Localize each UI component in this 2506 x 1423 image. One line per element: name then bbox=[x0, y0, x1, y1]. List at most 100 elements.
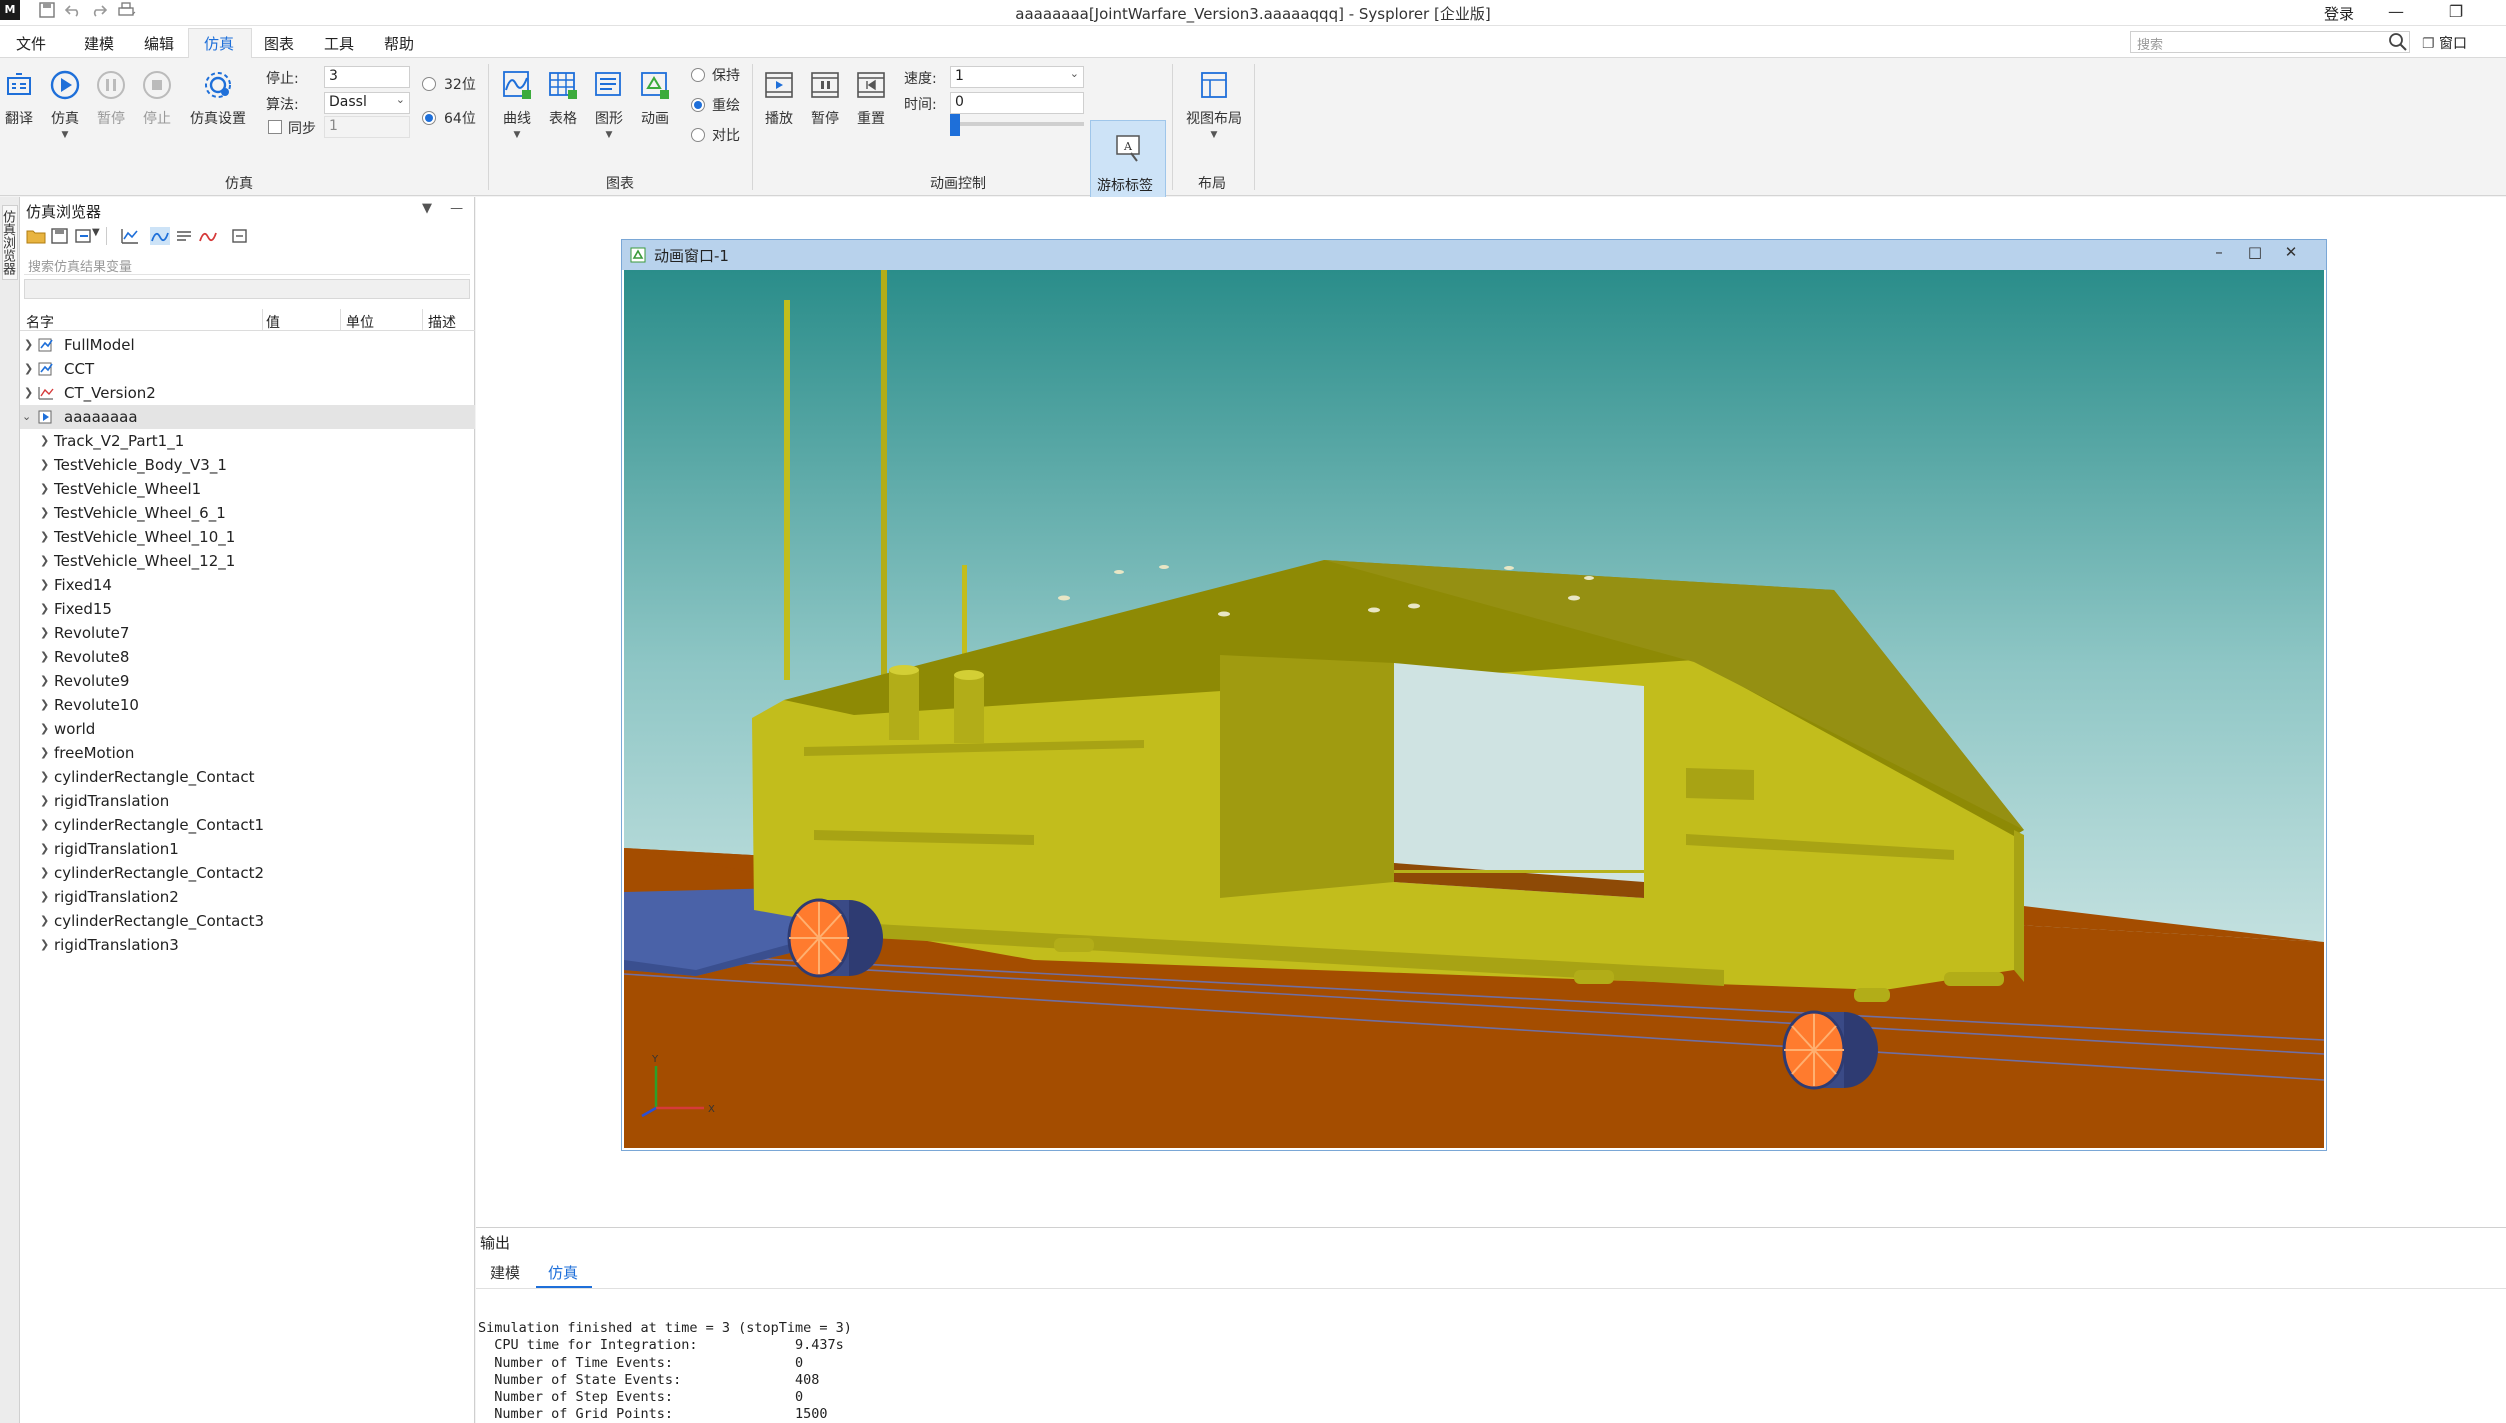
chevron-right-icon[interactable]: ❯ bbox=[40, 501, 49, 525]
chevron-right-icon[interactable]: ❯ bbox=[40, 477, 49, 501]
tree-row-child[interactable]: ❯ cylinderRectangle_Contact3 bbox=[20, 909, 475, 933]
chevron-right-icon[interactable]: ❯ bbox=[24, 357, 33, 381]
simulate-dropdown-icon[interactable]: ▼ bbox=[42, 130, 88, 140]
restore-button[interactable]: ❐ bbox=[2436, 0, 2476, 26]
bit64-radio[interactable] bbox=[422, 111, 436, 125]
sync-value-input[interactable]: 1 bbox=[324, 116, 410, 138]
redraw-radio[interactable] bbox=[691, 98, 705, 112]
chevron-right-icon[interactable]: ❯ bbox=[40, 669, 49, 693]
chevron-right-icon[interactable]: ❯ bbox=[24, 381, 33, 405]
tree-row-child[interactable]: ❯ TestVehicle_Wheel_12_1 bbox=[20, 549, 475, 573]
anim-play-button[interactable]: 播放 bbox=[756, 68, 802, 128]
translate-button[interactable]: 翻译 bbox=[0, 68, 42, 128]
tree-row-child[interactable]: ❯ TestVehicle_Wheel1 bbox=[20, 477, 475, 501]
tree-row-child[interactable]: ❯ rigidTranslation1 bbox=[20, 837, 475, 861]
export-icon[interactable] bbox=[74, 227, 94, 245]
menu-chart[interactable]: 图表 bbox=[264, 33, 294, 54]
panel-minimize-icon[interactable]: — bbox=[450, 201, 463, 216]
stop-sim-button[interactable]: 停止 bbox=[134, 68, 180, 128]
chevron-right-icon[interactable]: ❯ bbox=[40, 885, 49, 909]
chevron-right-icon[interactable]: ❯ bbox=[40, 621, 49, 645]
tree-row-child[interactable]: ❯ Revolute7 bbox=[20, 621, 475, 645]
show-curve-icon[interactable] bbox=[150, 227, 170, 245]
login-link[interactable]: 登录 bbox=[2324, 3, 2354, 24]
anim-pause-button[interactable]: 暂停 bbox=[802, 68, 848, 128]
minimize-window-icon[interactable]: – bbox=[2204, 243, 2234, 265]
chevron-right-icon[interactable]: ❯ bbox=[40, 837, 49, 861]
pause-sim-button[interactable]: 暂停 bbox=[88, 68, 134, 128]
close-window-icon[interactable]: ✕ bbox=[2276, 243, 2306, 265]
tree-row-child[interactable]: ❯ Revolute10 bbox=[20, 693, 475, 717]
chevron-right-icon[interactable]: ❯ bbox=[40, 933, 49, 957]
chevron-right-icon[interactable]: ❯ bbox=[40, 717, 49, 741]
animation-window-titlebar[interactable]: 动画窗口-1 – □ ✕ bbox=[622, 240, 2326, 270]
chevron-right-icon[interactable]: ❯ bbox=[40, 429, 49, 453]
column-name[interactable]: 名字 bbox=[26, 312, 54, 332]
chevron-right-icon[interactable]: ❯ bbox=[40, 741, 49, 765]
time-input[interactable]: 0 bbox=[950, 92, 1084, 114]
tree-row-child[interactable]: ❯ Track_V2_Part1_1 bbox=[20, 429, 475, 453]
tree-row-child[interactable]: ❯ world bbox=[20, 717, 475, 741]
chevron-right-icon[interactable]: ❯ bbox=[40, 573, 49, 597]
chevron-right-icon[interactable]: ❯ bbox=[40, 693, 49, 717]
minimize-button[interactable]: — bbox=[2376, 0, 2416, 26]
panel-menu-icon[interactable]: ▼ bbox=[422, 201, 432, 216]
compare-radio[interactable] bbox=[691, 128, 705, 142]
chevron-right-icon[interactable]: ❯ bbox=[24, 333, 33, 357]
view-layout-button[interactable]: 视图布局 ▼ bbox=[1180, 68, 1248, 140]
keep-radio[interactable] bbox=[691, 68, 705, 82]
speed-select[interactable]: 1 ⌄ bbox=[950, 66, 1084, 88]
save-result-icon[interactable] bbox=[50, 227, 70, 245]
graphic-button[interactable]: 图形 ▼ bbox=[586, 68, 632, 140]
tree-row-child[interactable]: ❯ Revolute8 bbox=[20, 645, 475, 669]
menu-simulation[interactable]: 仿真 bbox=[204, 33, 234, 54]
plot-variable-icon[interactable] bbox=[120, 227, 140, 245]
chevron-right-icon[interactable]: ❯ bbox=[40, 549, 49, 573]
variable-filter-bar[interactable] bbox=[24, 279, 470, 299]
tree-row-aaaaaaaa[interactable]: ⌄ aaaaaaaa bbox=[20, 405, 475, 429]
export-dropdown-icon[interactable]: ▼ bbox=[92, 227, 112, 245]
table-button[interactable]: 表格 bbox=[540, 68, 586, 128]
tree-row-child[interactable]: ❯ Fixed15 bbox=[20, 597, 475, 621]
tree-row-child[interactable]: ❯ Revolute9 bbox=[20, 669, 475, 693]
menu-modeling[interactable]: 建模 bbox=[84, 33, 114, 54]
chevron-right-icon[interactable]: ❯ bbox=[40, 525, 49, 549]
tree-row-child[interactable]: ❯ TestVehicle_Wheel_6_1 bbox=[20, 501, 475, 525]
chevron-right-icon[interactable]: ❯ bbox=[40, 453, 49, 477]
output-tab-simulation[interactable]: 仿真 bbox=[548, 1262, 578, 1283]
window-menu[interactable]: ❐ 窗口 bbox=[2422, 33, 2467, 53]
bit32-radio[interactable] bbox=[422, 77, 436, 91]
column-unit[interactable]: 单位 bbox=[346, 312, 374, 332]
menu-tools[interactable]: 工具 bbox=[324, 33, 354, 54]
compare-curve-icon[interactable] bbox=[198, 227, 218, 245]
tree-row-child[interactable]: ❯ cylinderRectangle_Contact1 bbox=[20, 813, 475, 837]
global-search-input[interactable]: 搜索 bbox=[2130, 31, 2410, 53]
sim-browser-side-tab[interactable]: 仿真浏览器 bbox=[0, 205, 18, 280]
animation-window[interactable]: 动画窗口-1 – □ ✕ Y X bbox=[621, 239, 2327, 1151]
chevron-right-icon[interactable]: ❯ bbox=[40, 861, 49, 885]
list-filter-icon[interactable] bbox=[174, 227, 194, 245]
tree-row-child[interactable]: ❯ Fixed14 bbox=[20, 573, 475, 597]
3d-viewport[interactable]: Y X bbox=[624, 270, 2324, 1148]
chevron-right-icon[interactable]: ❯ bbox=[40, 789, 49, 813]
search-icon[interactable] bbox=[2388, 32, 2408, 52]
time-slider-track[interactable] bbox=[954, 122, 1084, 126]
time-slider-thumb[interactable] bbox=[950, 114, 960, 136]
menu-help[interactable]: 帮助 bbox=[384, 33, 414, 54]
tree-row-child[interactable]: ❯ cylinderRectangle_Contact bbox=[20, 765, 475, 789]
tree-row-child[interactable]: ❯ cylinderRectangle_Contact2 bbox=[20, 861, 475, 885]
chevron-down-icon[interactable]: ⌄ bbox=[22, 405, 31, 429]
algorithm-select[interactable]: Dassl ⌄ bbox=[324, 92, 410, 114]
menu-edit[interactable]: 编辑 bbox=[144, 33, 174, 54]
curve-button[interactable]: 曲线 ▼ bbox=[494, 68, 540, 140]
tree-row-cct[interactable]: ❯ CCT bbox=[20, 357, 475, 381]
stop-time-input[interactable]: 3 bbox=[324, 66, 410, 88]
chevron-right-icon[interactable]: ❯ bbox=[40, 645, 49, 669]
tree-row-child[interactable]: ❯ rigidTranslation2 bbox=[20, 885, 475, 909]
sim-settings-button[interactable]: 仿真设置 bbox=[186, 68, 250, 128]
tree-row-child[interactable]: ❯ TestVehicle_Body_V3_1 bbox=[20, 453, 475, 477]
chevron-right-icon[interactable]: ❯ bbox=[40, 765, 49, 789]
tree-row-child[interactable]: ❯ TestVehicle_Wheel_10_1 bbox=[20, 525, 475, 549]
open-folder-icon[interactable] bbox=[26, 227, 46, 245]
column-value[interactable]: 值 bbox=[266, 312, 280, 332]
